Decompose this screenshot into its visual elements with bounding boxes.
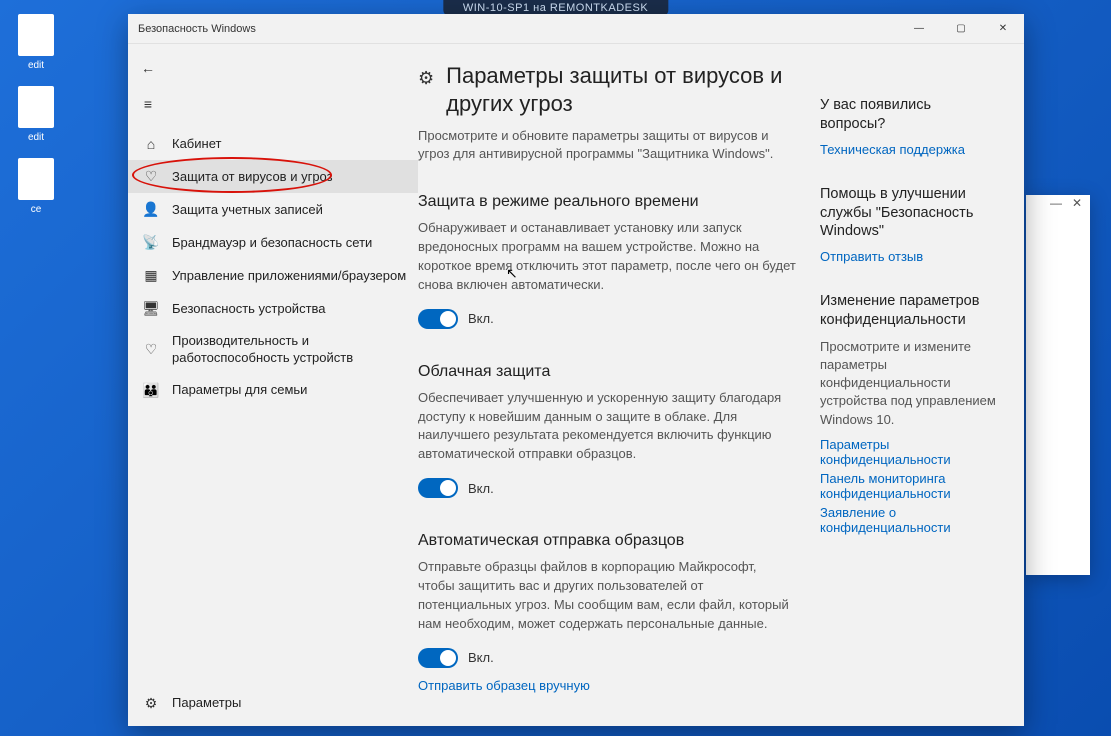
section-title: Облачная защита	[418, 363, 796, 381]
page-title: Параметры защиты от вирусов и других угр…	[446, 62, 796, 117]
help-column: У вас появились вопросы? Техническая под…	[820, 62, 1000, 726]
nav-label: Безопасность устройства	[172, 301, 408, 317]
nav-item-home[interactable]: ⌂ Кабинет	[128, 128, 418, 160]
section-title: Автоматическая отправка образцов	[418, 532, 796, 550]
nav-label: Кабинет	[172, 136, 408, 152]
toggle-state-label: Вкл.	[468, 311, 494, 326]
desktop-icon[interactable]: ce	[6, 158, 66, 215]
settings-column: ⚙ Параметры защиты от вирусов и других у…	[418, 62, 796, 726]
background-explorer-window	[1026, 195, 1090, 575]
card-feedback: Помощь в улучшении службы "Безопасность …	[820, 185, 1000, 265]
feedback-link[interactable]: Отправить отзыв	[820, 249, 1000, 264]
submit-sample-link[interactable]: Отправить образец вручную	[418, 678, 590, 693]
window-titlebar: Безопасность Windows — ▢ ✕	[128, 14, 1024, 44]
nav-item-family[interactable]: 👪 Параметры для семьи	[128, 374, 418, 407]
home-icon: ⌂	[142, 136, 160, 152]
health-icon: ♡	[142, 341, 160, 358]
section-cloud-protection: Облачная защита Обеспечивает улучшенную …	[418, 363, 796, 498]
nav-item-firewall[interactable]: 📡 Брандмауэр и безопасность сети	[128, 226, 418, 259]
section-description: Отправьте образцы файлов в корпорацию Ма…	[418, 558, 796, 633]
card-title: Помощь в улучшении службы "Безопасность …	[820, 185, 1000, 242]
card-title: Изменение параметров конфиденциальности	[820, 292, 1000, 330]
close-button[interactable]: ✕	[982, 14, 1024, 44]
app-control-icon: ▦	[142, 267, 160, 284]
left-nav: ← ≡ ⌂ Кабинет ♡ Защита от вирусов и угро…	[128, 44, 418, 726]
windows-security-window: Безопасность Windows — ▢ ✕ ← ≡ ⌂ Кабинет…	[128, 14, 1024, 726]
nav-item-account-protection[interactable]: 👤 Защита учетных записей	[128, 193, 418, 226]
section-description: Обеспечивает улучшенную и ускоренную защ…	[418, 389, 796, 464]
nav-item-app-browser[interactable]: ▦ Управление приложениями/браузером	[128, 259, 418, 292]
nav-label: Производительность и работоспособность у…	[172, 333, 408, 366]
cloud-protection-toggle[interactable]	[418, 478, 458, 498]
privacy-statement-link[interactable]: Заявление о конфиденциальности	[820, 505, 1000, 535]
settings-gear-icon: ⚙	[418, 68, 434, 89]
family-icon: 👪	[142, 382, 160, 399]
nav-label: Брандмауэр и безопасность сети	[172, 235, 408, 251]
realtime-protection-toggle[interactable]	[418, 309, 458, 329]
support-link[interactable]: Техническая поддержка	[820, 142, 1000, 157]
card-questions: У вас появились вопросы? Техническая под…	[820, 96, 1000, 157]
desktop-icon[interactable]: edit	[6, 14, 66, 71]
nav-item-device-performance[interactable]: ♡ Производительность и работоспособность…	[128, 325, 418, 374]
section-description: Обнаруживает и останавливает установку и…	[418, 219, 796, 294]
device-security-icon: 🖥	[142, 300, 160, 317]
privacy-dashboard-link[interactable]: Панель мониторинга конфиденциальности	[820, 471, 1000, 501]
shield-icon: ♡	[142, 168, 160, 185]
nav-label: Параметры для семьи	[172, 382, 408, 398]
card-title: У вас появились вопросы?	[820, 96, 1000, 134]
hamburger-button[interactable]: ≡	[128, 86, 168, 122]
sample-submission-toggle[interactable]	[418, 648, 458, 668]
nav-label: Защита от вирусов и угроз	[172, 169, 408, 185]
back-button[interactable]: ←	[128, 50, 168, 86]
card-privacy: Изменение параметров конфиденциальности …	[820, 292, 1000, 535]
minimize-button[interactable]: —	[1050, 196, 1062, 224]
card-description: Просмотрите и измените параметры конфиде…	[820, 338, 1000, 429]
maximize-button[interactable]: ▢	[940, 14, 982, 44]
firewall-icon: 📡	[142, 234, 160, 251]
nav-label: Параметры	[172, 695, 408, 711]
nav-item-settings[interactable]: ⚙ Параметры	[128, 687, 418, 720]
section-sample-submission: Автоматическая отправка образцов Отправь…	[418, 532, 796, 694]
section-title: Защита в режиме реального времени	[418, 193, 796, 211]
page-description: Просмотрите и обновите параметры защиты …	[418, 127, 796, 163]
window-title: Безопасность Windows	[138, 23, 256, 35]
section-realtime-protection: Защита в режиме реального времени Обнару…	[418, 193, 796, 328]
toggle-state-label: Вкл.	[468, 481, 494, 496]
account-icon: 👤	[142, 201, 160, 218]
privacy-settings-link[interactable]: Параметры конфиденциальности	[820, 437, 1000, 467]
nav-label: Управление приложениями/браузером	[172, 268, 408, 284]
background-explorer-titlebar: — ✕	[1028, 196, 1088, 224]
toggle-state-label: Вкл.	[468, 650, 494, 665]
nav-item-virus-protection[interactable]: ♡ Защита от вирусов и угроз	[128, 160, 418, 193]
nav-item-device-security[interactable]: 🖥 Безопасность устройства	[128, 292, 418, 325]
desktop-icon[interactable]: edit	[6, 86, 66, 143]
minimize-button[interactable]: —	[898, 14, 940, 44]
nav-label: Защита учетных записей	[172, 202, 408, 218]
close-button[interactable]: ✕	[1072, 196, 1082, 224]
gear-icon: ⚙	[142, 695, 160, 712]
main-content: ⚙ Параметры защиты от вирусов и других у…	[418, 44, 1024, 726]
